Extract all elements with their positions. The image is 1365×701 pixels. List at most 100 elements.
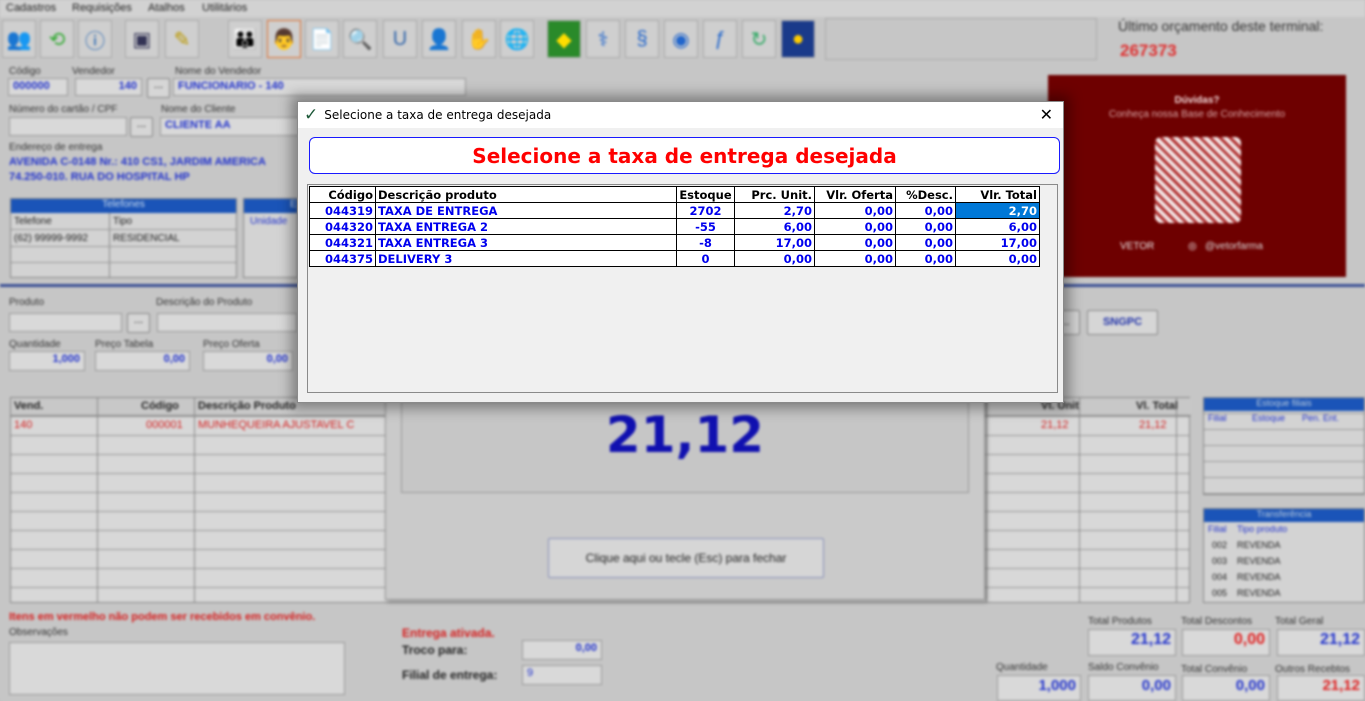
fee-row[interactable]: 044319 TAXA DE ENTREGA 2702 2,70 0,00 0,00 2,7…	[309, 202, 1040, 219]
info-icon[interactable]: ⓘ	[78, 20, 112, 58]
cell-vlr-total[interactable]: 2,70	[955, 202, 1040, 219]
descricao-produto-label: Descrição do Produto	[156, 297, 253, 308]
customer-card-icon[interactable]: 👨	[267, 20, 301, 58]
transferencia-title: Transferência	[1204, 509, 1364, 522]
cell-descricao[interactable]: TAXA ENTREGA 3	[375, 234, 677, 251]
cell-vlr-oferta[interactable]: 0,00	[814, 234, 896, 251]
red-stamp-icon[interactable]: ✋	[462, 20, 496, 58]
item-vl-unit[interactable]: 21,12	[1041, 419, 1069, 431]
item-codigo[interactable]: 000001	[146, 419, 183, 431]
col-vlr-oferta[interactable]: Vlr. Oferta	[814, 186, 896, 203]
cell-estoque[interactable]: -55	[676, 218, 735, 235]
toolbar-blank-panel	[825, 18, 1097, 60]
col-codigo[interactable]: Código	[309, 186, 376, 203]
item-vend[interactable]: 140	[14, 419, 32, 431]
seal-icon[interactable]: ●	[781, 20, 815, 58]
cell-descricao[interactable]: TAXA ENTREGA 2	[375, 218, 677, 235]
produto-browse-button[interactable]: ...	[127, 313, 150, 333]
cell-descricao[interactable]: DELIVERY 3	[375, 250, 677, 267]
sync-icon[interactable]: ↻	[742, 20, 776, 58]
cell-prc-unit[interactable]: 6,00	[734, 218, 815, 235]
save-icon[interactable]: ▣	[125, 20, 159, 58]
menu-requisicoes[interactable]: Requisições	[72, 2, 132, 14]
codigo-input[interactable]: 000000	[8, 78, 68, 96]
cell-codigo[interactable]: 044320	[309, 218, 376, 235]
menu-cadastros[interactable]: Cadastros	[6, 2, 56, 14]
quantidade-input[interactable]: 1,000	[9, 351, 85, 371]
brazil-flag-icon[interactable]: ◆	[547, 20, 581, 58]
nome-vendedor-label: Nome do Vendedor	[175, 66, 262, 77]
cell-codigo[interactable]: 044375	[309, 250, 376, 267]
col-codigo: Código	[141, 400, 179, 412]
filial-label: Filial de entrega:	[402, 668, 498, 682]
cell-descricao[interactable]: TAXA DE ENTREGA	[375, 202, 677, 219]
cell-vlr-oferta[interactable]: 0,00	[814, 202, 896, 219]
cell-desc[interactable]: 0,00	[895, 234, 956, 251]
cell-vlr-oferta[interactable]: 0,00	[814, 250, 896, 267]
search-icon[interactable]: 🔍	[343, 20, 377, 58]
nome-vendedor-input[interactable]: FUNCIONARIO - 140	[173, 78, 466, 96]
disc-icon[interactable]: ◉	[664, 20, 698, 58]
cell-vlr-total[interactable]: 0,00	[955, 250, 1040, 267]
fee-row[interactable]: 044320 TAXA ENTREGA 2 -55 6,00 0,00 0,00 6,00	[309, 218, 1040, 235]
pharmacy-icon[interactable]: ⚕	[586, 20, 620, 58]
cell-prc-unit[interactable]: 0,00	[734, 250, 815, 267]
dna-icon[interactable]: §	[625, 20, 659, 58]
promo-subtitle: Conheça nossa Base de Conhecimento	[1108, 109, 1286, 120]
cell-vlr-total[interactable]: 17,00	[955, 234, 1040, 251]
cell-desc[interactable]: 0,00	[895, 202, 956, 219]
col-descricao[interactable]: Descrição produto	[375, 186, 677, 203]
menu-atalhos[interactable]: Atalhos	[148, 2, 185, 14]
col-prc-unit[interactable]: Prc. Unit.	[734, 186, 815, 203]
cell-desc[interactable]: 0,00	[895, 218, 956, 235]
promo-title: Dúvidas?	[1174, 95, 1220, 106]
fee-row[interactable]: 044375 DELIVERY 3 0 0,00 0,00 0,00 0,00	[309, 250, 1040, 267]
col-vlr-total[interactable]: Vlr. Total	[955, 186, 1040, 203]
delivery-fee-table-area: Código Descrição produto Estoque Prc. Un…	[307, 184, 1058, 393]
vendedor-input[interactable]: 140	[75, 78, 142, 96]
col-desc[interactable]: %Desc.	[895, 186, 956, 203]
fee-row[interactable]: 044321 TAXA ENTREGA 3 -8 17,00 0,00 0,00 17,00	[309, 234, 1040, 251]
total-popup: 21,12 Clique aqui ou tecle (Esc) para fe…	[385, 395, 985, 600]
transf-filial: 005	[1212, 588, 1228, 598]
add-customer-icon[interactable]: 👥	[2, 20, 36, 58]
item-vl-total[interactable]: 21,12	[1139, 419, 1167, 431]
observacoes-textarea[interactable]	[9, 642, 345, 695]
cell-codigo[interactable]: 044319	[309, 202, 376, 219]
total-convenio-label: Total Convênio	[1181, 664, 1248, 675]
dialog-heading: Selecione a taxa de entrega desejada	[309, 137, 1060, 174]
cell-prc-unit[interactable]: 2,70	[734, 202, 815, 219]
edit-icon[interactable]: ✎	[165, 20, 199, 58]
cell-estoque[interactable]: -8	[676, 234, 735, 251]
filial-select[interactable]: 9	[522, 665, 602, 685]
cell-desc[interactable]: 0,00	[895, 250, 956, 267]
cell-prc-unit[interactable]: 17,00	[734, 234, 815, 251]
menu-utilitarios[interactable]: Utilitários	[202, 2, 247, 14]
vendedor-browse-button[interactable]: ...	[147, 78, 170, 98]
cell-vlr-total[interactable]: 6,00	[955, 218, 1040, 235]
customers-icon[interactable]: 👪	[228, 20, 262, 58]
preco-tabela-input[interactable]: 0,00	[95, 351, 190, 371]
globe-cart-icon[interactable]: 🌐	[500, 20, 534, 58]
produto-input[interactable]	[9, 313, 122, 332]
item-descricao[interactable]: MUNHEQUEIRA AJUSTAVEL C	[198, 419, 354, 431]
sngpc-button[interactable]: SNGPC	[1087, 310, 1158, 335]
cell-codigo[interactable]: 044321	[309, 234, 376, 251]
col-estoque[interactable]: Estoque	[676, 186, 735, 203]
descricao-produto-input[interactable]	[157, 313, 297, 332]
cartao-browse-button[interactable]: ...	[130, 117, 153, 137]
cliente-input[interactable]: CLIENTE AA	[160, 117, 300, 136]
documents-icon[interactable]: 📄	[305, 20, 339, 58]
cartao-input[interactable]	[9, 117, 127, 136]
finance-icon[interactable]: ƒ	[703, 20, 737, 58]
refresh-icon[interactable]: ⟲	[40, 20, 74, 58]
person-icon[interactable]: 👤	[422, 20, 456, 58]
cell-estoque[interactable]: 0	[676, 250, 735, 267]
book-icon[interactable]: U	[383, 20, 417, 58]
troco-input[interactable]: 0,00	[522, 640, 602, 660]
close-popup-button[interactable]: Clique aqui ou tecle (Esc) para fechar	[548, 538, 824, 578]
close-icon[interactable]: ✕	[1040, 105, 1053, 124]
cell-estoque[interactable]: 2702	[676, 202, 735, 219]
preco-oferta-input[interactable]: 0,00	[203, 351, 293, 371]
cell-vlr-oferta[interactable]: 0,00	[814, 218, 896, 235]
